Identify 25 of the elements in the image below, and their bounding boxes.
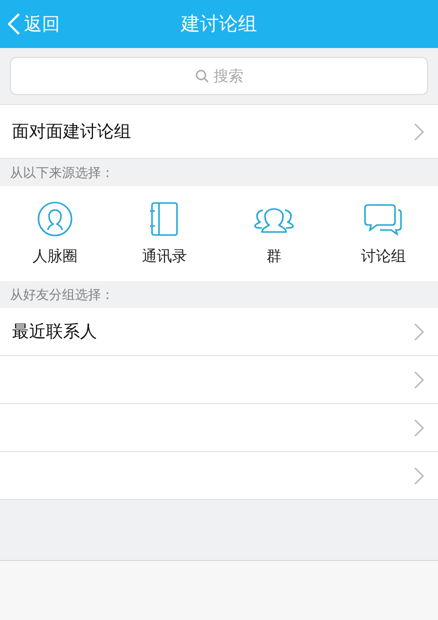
back-icon [8,13,20,35]
source-option[interactable]: 人脉圈 [0,186,110,281]
row-label: 最近联系人 [12,321,97,343]
search-placeholder: 搜索 [214,66,244,86]
list-row[interactable]: 面对面建讨论组 [0,105,438,159]
chevron-icon [414,322,424,340]
section-heading: 从好友分组选择： [10,286,114,304]
source-option[interactable]: 通讯录 [110,186,219,281]
chat-bubbles-icon [363,201,404,237]
list-row[interactable] [0,404,438,452]
list-row[interactable] [0,356,438,404]
person-circle-icon [36,201,73,237]
section-heading: 从以下来源选择： [10,164,114,182]
list-row[interactable]: 最近联系人 [0,308,438,356]
chevron-icon [414,418,424,436]
source-option[interactable]: 讨论组 [328,186,438,281]
chevron-icon [414,122,424,140]
search-icon [194,69,208,83]
row-label: 面对面建讨论组 [12,121,131,143]
chevron-icon [414,370,424,388]
list-row[interactable] [0,452,438,500]
chevron-icon [414,466,424,484]
source-option[interactable]: 群 [219,186,328,281]
page-title: 建讨论组 [181,13,257,35]
notebook-icon [148,201,180,237]
